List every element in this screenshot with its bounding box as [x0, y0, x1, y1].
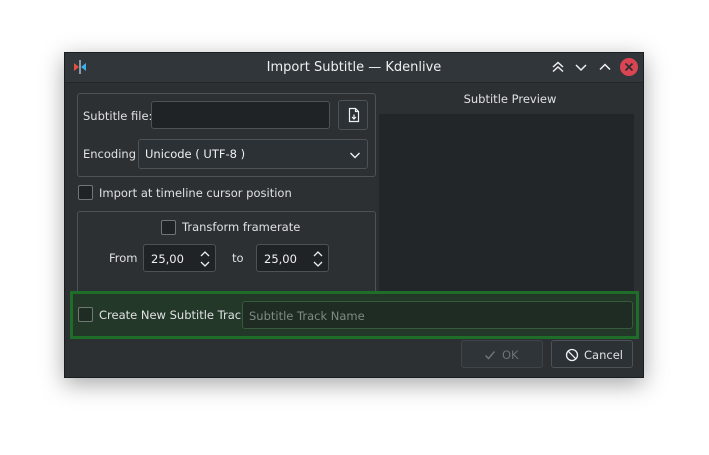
import-cursor-checkbox[interactable] — [78, 185, 93, 200]
close-button[interactable] — [620, 58, 638, 76]
close-icon — [624, 62, 634, 72]
spin-arrows-icon[interactable] — [312, 248, 324, 270]
to-framerate-spinbox[interactable]: 25,00 — [256, 244, 329, 272]
encoding-label: Encoding — [83, 147, 136, 161]
ok-label: OK — [502, 348, 519, 362]
create-track-label[interactable]: Create New Subtitle Track — [99, 308, 248, 322]
subtitle-track-name-input[interactable]: Subtitle Track Name — [242, 301, 633, 329]
minimize-icon — [575, 64, 587, 72]
encoding-combobox[interactable]: Unicode ( UTF-8 ) — [138, 139, 368, 169]
cancel-icon — [565, 348, 579, 362]
cancel-button[interactable]: Cancel — [551, 340, 633, 368]
from-label: From — [109, 251, 138, 265]
create-track-checkbox[interactable] — [78, 307, 93, 322]
checkmark-icon — [484, 351, 496, 360]
browse-file-button[interactable] — [338, 100, 368, 130]
minimize-button[interactable] — [572, 58, 590, 76]
chevron-down-icon — [350, 152, 360, 159]
subtitle-preview-title: Subtitle Preview — [463, 92, 557, 106]
subtitle-file-input[interactable] — [151, 101, 330, 129]
subtitle-preview-area — [379, 114, 634, 292]
open-file-icon — [348, 107, 360, 123]
import-cursor-label[interactable]: Import at timeline cursor position — [99, 186, 292, 200]
keep-above-icon — [552, 61, 564, 73]
maximize-icon — [599, 63, 611, 71]
to-framerate-value: 25,00 — [264, 252, 297, 266]
from-framerate-spinbox[interactable]: 25,00 — [143, 244, 216, 272]
cancel-label: Cancel — [584, 348, 623, 362]
title-bar[interactable]: Import Subtitle — Kdenlive — [65, 53, 643, 83]
track-name-placeholder: Subtitle Track Name — [249, 309, 365, 323]
encoding-value: Unicode ( UTF-8 ) — [145, 147, 246, 161]
keep-above-button[interactable] — [549, 58, 567, 76]
subtitle-file-label: Subtitle file: — [83, 109, 153, 123]
from-framerate-value: 25,00 — [151, 252, 184, 266]
spin-arrows-icon[interactable] — [199, 248, 211, 270]
transform-framerate-checkbox[interactable] — [161, 220, 176, 235]
to-label: to — [232, 251, 244, 265]
transform-framerate-label[interactable]: Transform framerate — [182, 220, 300, 234]
maximize-button[interactable] — [596, 58, 614, 76]
ok-button[interactable]: OK — [461, 340, 543, 368]
